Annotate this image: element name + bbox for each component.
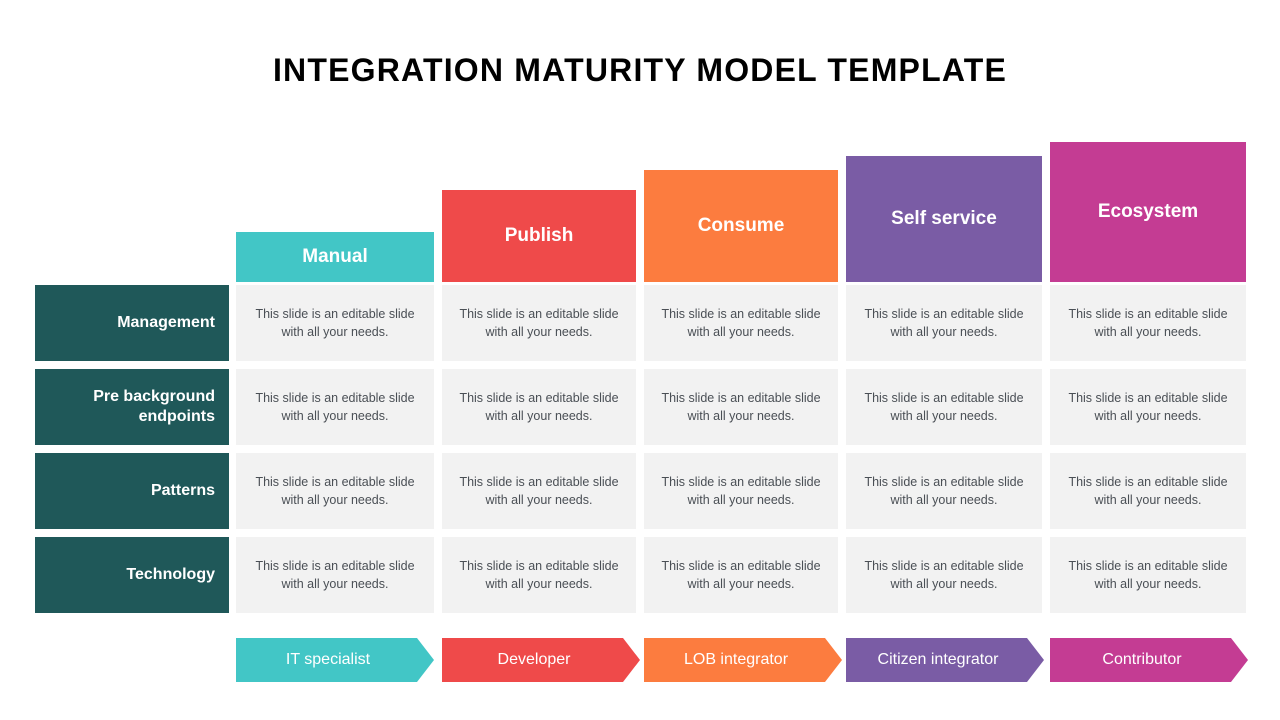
table-cell[interactable]: This slide is an editable slide with all… <box>1050 369 1246 445</box>
cell-text: This slide is an editable slide with all… <box>661 390 821 423</box>
cell-text: This slide is an editable slide with all… <box>1068 474 1228 507</box>
cell-text: This slide is an editable slide with all… <box>459 474 619 507</box>
table-cell[interactable]: This slide is an editable slide with all… <box>236 369 434 445</box>
column-header-self-service[interactable]: Self service <box>846 156 1042 282</box>
table-cell[interactable]: This slide is an editable slide with all… <box>236 453 434 529</box>
cell-text: This slide is an editable slide with all… <box>661 558 821 591</box>
column-header-ecosystem[interactable]: Ecosystem <box>1050 142 1246 282</box>
table-cell[interactable]: This slide is an editable slide with all… <box>442 453 636 529</box>
row-label-text: Patterns <box>150 482 215 499</box>
cell-text: This slide is an editable slide with all… <box>864 558 1024 591</box>
cell-text: This slide is an editable slide with all… <box>864 390 1024 423</box>
table-cell[interactable]: This slide is an editable slide with all… <box>644 285 838 361</box>
column-header-label: Ecosystem <box>1097 201 1199 223</box>
role-arrow-label: Contributor <box>1102 651 1182 668</box>
cell-text: This slide is an editable slide with all… <box>1068 306 1228 339</box>
table-cell[interactable]: This slide is an editable slide with all… <box>442 285 636 361</box>
column-header-consume[interactable]: Consume <box>644 170 838 282</box>
cell-text: This slide is an editable slide with all… <box>661 474 821 507</box>
row-label-text: Pre background endpoints <box>93 388 215 425</box>
role-arrow-label: LOB integrator <box>683 651 789 668</box>
row-label-management[interactable]: Management <box>35 285 229 361</box>
table-cell[interactable]: This slide is an editable slide with all… <box>846 369 1042 445</box>
table-cell[interactable]: This slide is an editable slide with all… <box>846 285 1042 361</box>
column-header-label: Self service <box>891 208 997 230</box>
role-arrow-label: Citizen integrator <box>877 651 999 668</box>
table-cell[interactable]: This slide is an editable slide with all… <box>236 285 434 361</box>
cell-text: This slide is an editable slide with all… <box>1068 390 1228 423</box>
table-cell[interactable]: This slide is an editable slide with all… <box>644 537 838 613</box>
row-label-pre-background-endpoints[interactable]: Pre background endpoints <box>35 369 229 445</box>
table-cell[interactable]: This slide is an editable slide with all… <box>1050 285 1246 361</box>
row-label-text: Technology <box>126 566 215 583</box>
cell-text: This slide is an editable slide with all… <box>459 306 619 339</box>
maturity-matrix: Manual Publish Consume Self service Ecos… <box>0 0 1280 720</box>
table-cell[interactable]: This slide is an editable slide with all… <box>236 537 434 613</box>
row-label-technology[interactable]: Technology <box>35 537 229 613</box>
cell-text: This slide is an editable slide with all… <box>255 474 415 507</box>
table-cell[interactable]: This slide is an editable slide with all… <box>644 369 838 445</box>
cell-text: This slide is an editable slide with all… <box>661 306 821 339</box>
table-cell[interactable]: This slide is an editable slide with all… <box>846 537 1042 613</box>
table-cell[interactable]: This slide is an editable slide with all… <box>442 537 636 613</box>
cell-text: This slide is an editable slide with all… <box>255 390 415 423</box>
row-label-text: Management <box>117 314 215 331</box>
role-arrow-label: Developer <box>497 651 571 668</box>
cell-text: This slide is an editable slide with all… <box>459 558 619 591</box>
role-arrow-label: IT specialist <box>285 651 371 668</box>
column-header-publish[interactable]: Publish <box>442 190 636 282</box>
role-arrow-it-specialist[interactable]: IT specialist <box>236 638 434 682</box>
column-header-label: Manual <box>302 246 368 268</box>
cell-text: This slide is an editable slide with all… <box>1068 558 1228 591</box>
column-header-label: Publish <box>504 225 574 247</box>
table-cell[interactable]: This slide is an editable slide with all… <box>846 453 1042 529</box>
cell-text: This slide is an editable slide with all… <box>864 306 1024 339</box>
role-arrow-developer[interactable]: Developer <box>442 638 640 682</box>
column-header-manual[interactable]: Manual <box>236 232 434 282</box>
table-cell[interactable]: This slide is an editable slide with all… <box>1050 453 1246 529</box>
table-cell[interactable]: This slide is an editable slide with all… <box>1050 537 1246 613</box>
cell-text: This slide is an editable slide with all… <box>459 390 619 423</box>
column-header-label: Consume <box>697 215 785 237</box>
table-cell[interactable]: This slide is an editable slide with all… <box>442 369 636 445</box>
cell-text: This slide is an editable slide with all… <box>255 558 415 591</box>
role-arrow-lob-integrator[interactable]: LOB integrator <box>644 638 842 682</box>
role-arrow-contributor[interactable]: Contributor <box>1050 638 1248 682</box>
role-arrow-citizen-integrator[interactable]: Citizen integrator <box>846 638 1044 682</box>
cell-text: This slide is an editable slide with all… <box>255 306 415 339</box>
row-label-patterns[interactable]: Patterns <box>35 453 229 529</box>
table-cell[interactable]: This slide is an editable slide with all… <box>644 453 838 529</box>
cell-text: This slide is an editable slide with all… <box>864 474 1024 507</box>
